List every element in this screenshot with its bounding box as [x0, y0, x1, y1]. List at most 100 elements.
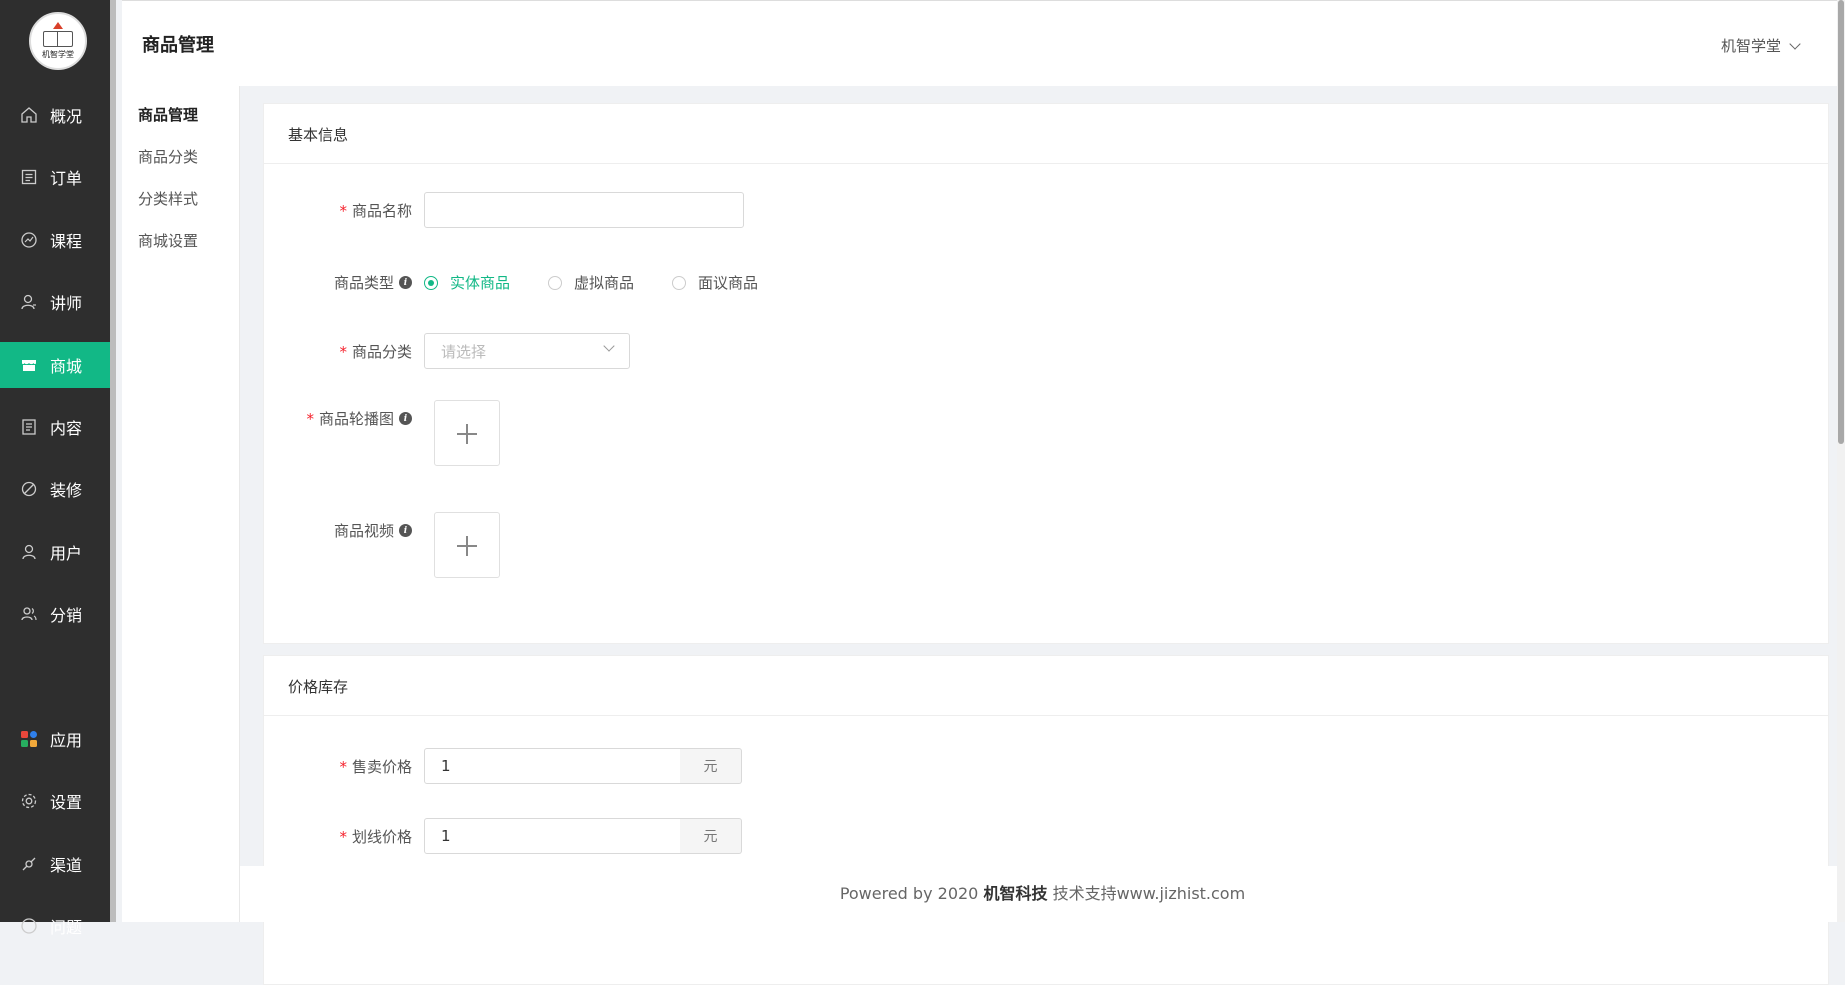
product-type-radio-group: 实体商品 虚拟商品 面议商品 [424, 272, 796, 293]
scrollbar-thumb[interactable] [1838, 0, 1844, 444]
plus-icon [466, 424, 468, 444]
strike-price-label: * 划线价格 [339, 826, 412, 847]
label-text: 商品视频 [333, 522, 394, 540]
teacher-icon [20, 293, 38, 311]
user-menu[interactable]: 机智学堂 [1720, 35, 1801, 56]
radio-dot [424, 275, 438, 290]
subnav-item-store-settings[interactable]: 商城设置 [138, 230, 198, 251]
sidebar-item-label: 分销 [50, 606, 83, 625]
home-icon [20, 106, 38, 124]
page-scrollbar[interactable] [1837, 0, 1845, 922]
sidebar-item-label: 课程 [50, 232, 83, 251]
logo-text: 机智学堂 [42, 50, 74, 59]
order-icon [20, 168, 38, 186]
sidebar-item-label: 问题 [50, 918, 83, 937]
sidebar-item-apps[interactable]: 应用 [0, 716, 116, 762]
book-icon [43, 31, 73, 47]
label-text: 售卖价格 [351, 758, 412, 776]
strike-price-row: * 划线价格 元 [264, 818, 1828, 854]
currency-addon: 元 [680, 748, 742, 784]
channel-icon [20, 855, 38, 873]
crown-icon [53, 22, 63, 29]
required-mark: * [339, 342, 347, 361]
label-text: 商品类型 [333, 274, 394, 292]
sidebar-item-teachers[interactable]: 讲师 [0, 279, 116, 325]
sidebar-item-settings[interactable]: 设置 [0, 778, 116, 824]
subnav-item-category-style[interactable]: 分类样式 [138, 188, 198, 209]
sidebar-item-decorate[interactable]: 装修 [0, 466, 116, 512]
sidebar-item-overview[interactable]: 概况 [0, 92, 116, 138]
course-icon [20, 231, 38, 249]
radio-dot [672, 275, 687, 290]
strike-price-input[interactable] [424, 818, 681, 854]
sidebar-item-store[interactable]: 商城 [0, 342, 116, 388]
info-icon[interactable]: i [399, 524, 412, 537]
currency-addon: 元 [680, 818, 742, 854]
radio-negotiable[interactable]: 面议商品 [672, 272, 758, 293]
product-name-input[interactable] [424, 192, 744, 228]
required-mark: * [339, 201, 347, 220]
sidebar-item-channels[interactable]: 渠道 [0, 841, 116, 887]
sidebar-item-courses[interactable]: 课程 [0, 217, 116, 263]
required-mark: * [339, 757, 347, 776]
sidebar-item-distribution[interactable]: 分销 [0, 591, 116, 637]
radio-virtual[interactable]: 虚拟商品 [548, 272, 634, 293]
sidebar-item-label: 装修 [50, 481, 83, 500]
product-name-label: * 商品名称 [339, 200, 412, 221]
user-name: 机智学堂 [1720, 37, 1781, 55]
product-carousel-label: * 商品轮播图 i [306, 408, 412, 429]
sidebar-edge [110, 0, 116, 922]
label-text: 划线价格 [351, 828, 412, 846]
distribution-icon [20, 605, 38, 623]
product-category-row: * 商品分类 请选择 [264, 333, 1828, 369]
sidebar-item-questions[interactable]: 问题 [0, 903, 116, 949]
card-title: 价格库存 [288, 678, 349, 696]
product-carousel-row: * 商品轮播图 i [264, 400, 1828, 478]
decorate-icon [20, 480, 38, 498]
product-category-label: * 商品分类 [339, 341, 412, 362]
footer-suffix: 技术支持www.jizhist.com [1052, 884, 1246, 903]
product-name-row: * 商品名称 [264, 192, 1828, 228]
label-text: 商品轮播图 [318, 410, 394, 428]
subnav-item-product-category[interactable]: 商品分类 [138, 146, 198, 167]
sidebar-item-orders[interactable]: 订单 [0, 154, 116, 200]
required-mark: * [339, 827, 347, 846]
user-icon [20, 543, 38, 561]
card-header: 基本信息 [264, 104, 1828, 164]
logo[interactable]: 机智学堂 [29, 12, 87, 70]
card-title: 基本信息 [288, 126, 349, 144]
product-category-select[interactable]: 请选择 [424, 333, 630, 369]
sidebar-item-label: 订单 [50, 169, 83, 188]
info-icon[interactable]: i [399, 276, 412, 289]
sidebar-item-label: 概况 [50, 107, 83, 126]
price-stock-card: 价格库存 * 售卖价格 元 * 划线价格 元 [263, 655, 1829, 985]
chevron-down-icon [603, 340, 615, 352]
sell-price-row: * 售卖价格 元 [264, 748, 1828, 784]
main-sidebar: 机智学堂 概况 订单 课程 讲师 商城 内容 装修 用户 分销 应用 设置 渠道… [0, 0, 116, 937]
sidebar-item-content[interactable]: 内容 [0, 404, 116, 450]
video-upload-button[interactable] [434, 512, 500, 578]
basic-info-card: 基本信息 * 商品名称 商品类型 i 实体商品 虚拟商品 面议商品 * 商品分类… [263, 103, 1829, 644]
product-type-label: 商品类型 i [334, 272, 412, 293]
gear-icon [20, 792, 38, 810]
footer: Powered by 2020 机智科技 技术支持www.jizhist.com [240, 866, 1845, 922]
sidebar-item-label: 商城 [50, 357, 83, 376]
radio-physical[interactable]: 实体商品 [424, 272, 510, 293]
content-icon [20, 418, 38, 436]
top-header: 商品管理 机智学堂 [122, 0, 1845, 86]
secondary-sidebar: 商品管理 商品分类 分类样式 商城设置 [122, 86, 240, 922]
store-icon [20, 356, 38, 374]
sidebar-item-label: 渠道 [50, 856, 83, 875]
sidebar-item-label: 内容 [50, 419, 83, 438]
sidebar-item-label: 讲师 [50, 294, 83, 313]
footer-prefix: Powered by 2020 [839, 884, 979, 903]
question-icon [20, 917, 38, 935]
subnav-item-product-management[interactable]: 商品管理 [138, 104, 198, 125]
radio-label: 虚拟商品 [574, 274, 635, 292]
sidebar-item-users[interactable]: 用户 [0, 529, 116, 575]
radio-dot [548, 275, 563, 290]
sell-price-input[interactable] [424, 748, 681, 784]
info-icon[interactable]: i [399, 412, 412, 425]
label-text: 商品分类 [351, 343, 412, 361]
carousel-upload-button[interactable] [434, 400, 500, 466]
